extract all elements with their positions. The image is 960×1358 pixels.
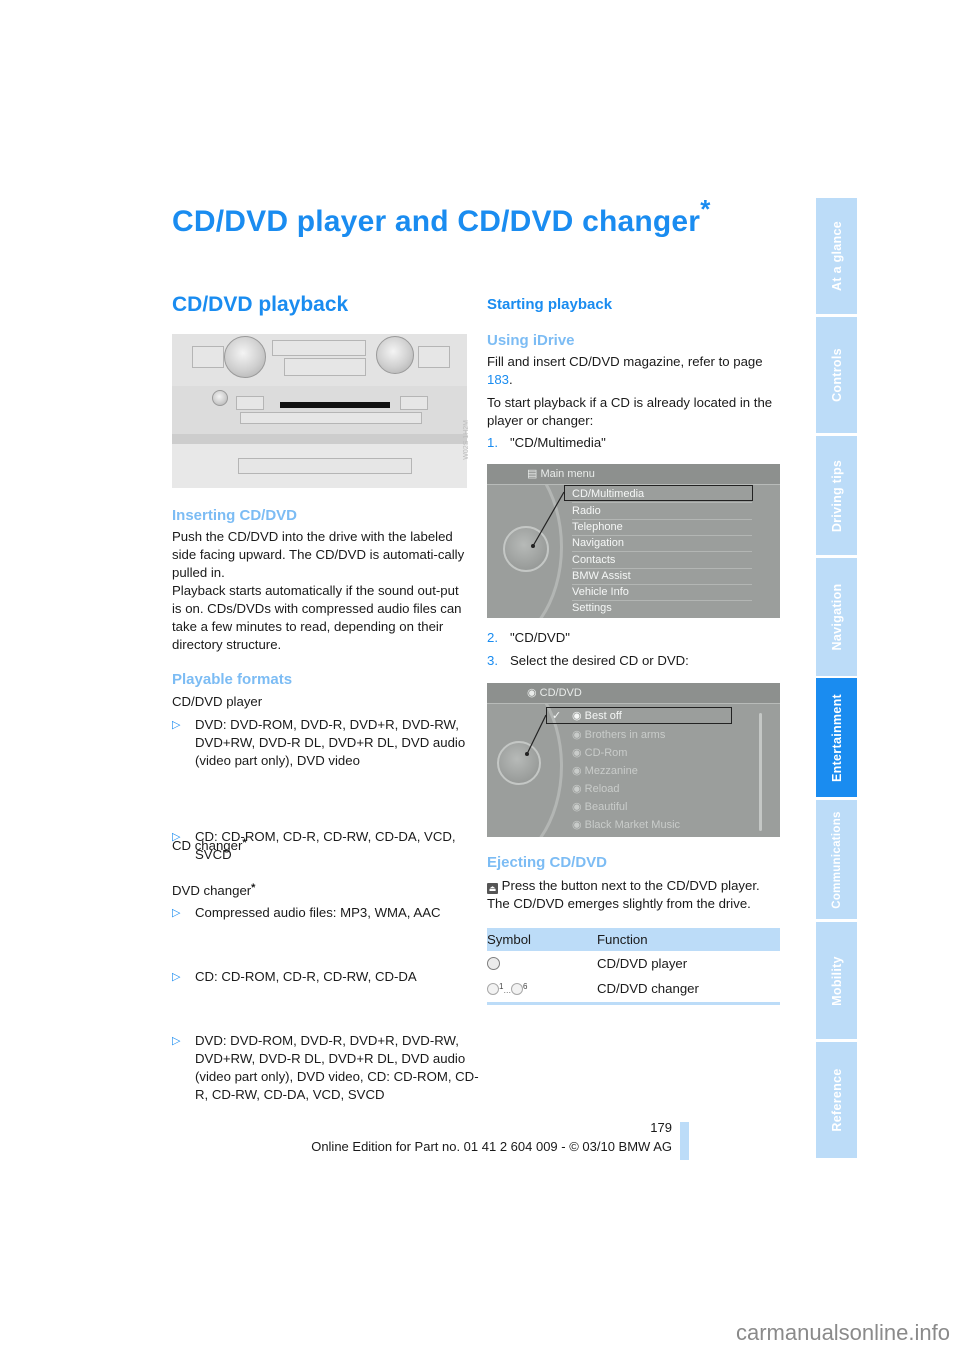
page-link[interactable]: 183	[487, 372, 509, 387]
bullet-arrow-icon: ▷	[172, 971, 181, 983]
list-item: ▷ DVD: DVD-ROM, DVD-R, DVD+R, DVD-RW, DVD…	[172, 1032, 490, 1104]
page-title: CD/DVD player and CD/DVD changer*	[172, 194, 711, 239]
pointer-line	[531, 491, 565, 548]
photo-code: W02S 1H2M	[463, 420, 470, 460]
bullet-arrow-icon: ▷	[172, 907, 181, 919]
tab-label: Communications	[830, 810, 843, 909]
table-header: Symbol Function	[487, 928, 780, 951]
tab-label: Mobility	[829, 955, 844, 1006]
tab-communications[interactable]: Communications	[816, 800, 857, 919]
step-text: "CD/DVD"	[510, 630, 570, 645]
tab-mobility[interactable]: Mobility	[816, 922, 857, 1039]
range-separator: ...	[503, 985, 511, 995]
label-text: CD changer	[172, 838, 243, 853]
heading-ejecting: Ejecting CD/DVD	[487, 854, 608, 871]
tab-at-a-glance[interactable]: At a glance	[816, 198, 857, 314]
step-3: 3. Select the desired CD or DVD:	[487, 652, 782, 670]
heading-inserting: Inserting CD/DVD	[172, 507, 298, 524]
label-cd-dvd-player: CD/DVD player	[172, 694, 263, 709]
slot-to: 6	[522, 982, 528, 991]
optional-equipment-star: *	[251, 882, 256, 894]
cd-slot	[280, 402, 390, 408]
table-row: CD/DVD player	[487, 951, 780, 976]
list-item-text: DVD: DVD-ROM, DVD-R, DVD+R, DVD-RW, DVD+…	[195, 1033, 479, 1102]
step-number: 1.	[487, 435, 498, 450]
step-number: 3.	[487, 653, 498, 668]
text: Fill and insert CD/DVD magazine, refer t…	[487, 354, 763, 369]
tab-controls[interactable]: Controls	[816, 317, 857, 433]
tab-driving-tips[interactable]: Driving tips	[816, 436, 857, 555]
list-item-text: Compressed audio files: MP3, WMA, AAC	[195, 905, 441, 920]
label-cd-changer: CD changer*	[172, 837, 467, 855]
table-row: 1... 6 CD/DVD changer	[487, 976, 780, 1001]
section-heading-cd-dvd-playback: CD/DVD playback	[172, 293, 349, 316]
column-header-symbol: Symbol	[487, 932, 531, 947]
step-2: 2. "CD/DVD"	[487, 629, 782, 647]
table-bottom-rule	[487, 1002, 780, 1005]
step-1: 1. "CD/Multimedia"	[487, 434, 782, 452]
idrive-paragraph-1: Fill and insert CD/DVD magazine, refer t…	[487, 353, 782, 389]
optional-equipment-star: *	[700, 194, 711, 224]
slot-from: 1	[499, 982, 504, 991]
tab-reference[interactable]: Reference	[816, 1042, 857, 1158]
heading-starting-playback: Starting playback	[487, 296, 613, 313]
page-number: 179	[650, 1120, 672, 1135]
page-title-text: CD/DVD player and CD/DVD changer	[172, 205, 701, 238]
tab-entertainment[interactable]: Entertainment	[816, 678, 857, 797]
tab-label: Entertainment	[829, 693, 844, 782]
list-item: ▷ DVD: DVD-ROM, DVD-R, DVD+R, DVD-RW, DVD…	[172, 716, 490, 770]
step-number: 2.	[487, 630, 498, 645]
ejecting-paragraph: ⏏ Press the button next to the CD/DVD pl…	[487, 877, 782, 913]
step-text: "CD/Multimedia"	[510, 435, 606, 450]
tab-label: Controls	[829, 348, 844, 402]
tab-label: At a glance	[829, 221, 844, 291]
label-text: DVD changer	[172, 883, 252, 898]
disc-icon	[487, 983, 499, 995]
footer-edition: Online Edition for Part no. 01 41 2 604 …	[311, 1139, 672, 1154]
optional-equipment-star: *	[242, 837, 247, 849]
heading-playable-formats: Playable formats	[172, 671, 293, 688]
eject-icon: ⏏	[487, 883, 498, 894]
pointer-line	[525, 714, 547, 756]
page-marker-bar	[680, 1122, 689, 1160]
tab-label: Navigation	[829, 583, 844, 651]
disc-icon	[510, 983, 523, 995]
symbol-table: Symbol Function CD/DVD player 1... 6 CD/D…	[487, 928, 780, 1005]
text: The CD/DVD emerges slightly from the dri…	[487, 896, 751, 911]
inserting-paragraph-1: Push the CD/DVD into the drive with the …	[172, 529, 465, 580]
tab-label: Reference	[829, 1068, 844, 1132]
idrive-paragraph-2: To start playback if a CD is already loc…	[487, 395, 773, 428]
list-item: ▷ CD: CD-ROM, CD-R, CD-RW, CD-DA	[172, 968, 490, 986]
cd-dvd-changer-icon: 1... 6	[487, 976, 527, 1003]
heading-using-idrive: Using iDrive	[487, 332, 575, 349]
function-cell: CD/DVD changer	[597, 981, 699, 996]
tab-navigation[interactable]: Navigation	[816, 558, 857, 676]
console-photo	[172, 334, 467, 488]
bullet-arrow-icon: ▷	[172, 1035, 181, 1047]
text: .	[509, 372, 513, 387]
label-dvd-changer: DVD changer*	[172, 882, 467, 900]
column-header-function: Function	[597, 932, 648, 947]
idrive-main-menu-screenshot: ▤ Main menu CD/Multimedia Radio Telephon…	[487, 464, 780, 618]
idrive-cd-dvd-screenshot: ◉ CD/DVD ✓ ◉ Best off ◉ Brothers in arms …	[487, 683, 780, 837]
list-item-text: DVD: DVD-ROM, DVD-R, DVD+R, DVD-RW, DVD+…	[195, 717, 466, 768]
list-item: ▷ Compressed audio files: MP3, WMA, AAC	[172, 904, 490, 922]
cd-dvd-player-icon	[487, 957, 500, 970]
bullet-arrow-icon: ▷	[172, 719, 181, 731]
inserting-paragraph-2: Playback starts automatically if the sou…	[172, 583, 462, 652]
watermark: carmanualsonline.info	[735, 1320, 950, 1345]
text: Press the button next to the CD/DVD play…	[498, 878, 760, 893]
list-item-text: CD: CD-ROM, CD-R, CD-RW, CD-DA	[195, 969, 417, 984]
function-cell: CD/DVD player	[597, 956, 688, 971]
tab-label: Driving tips	[829, 459, 844, 532]
step-text: Select the desired CD or DVD:	[510, 653, 689, 668]
